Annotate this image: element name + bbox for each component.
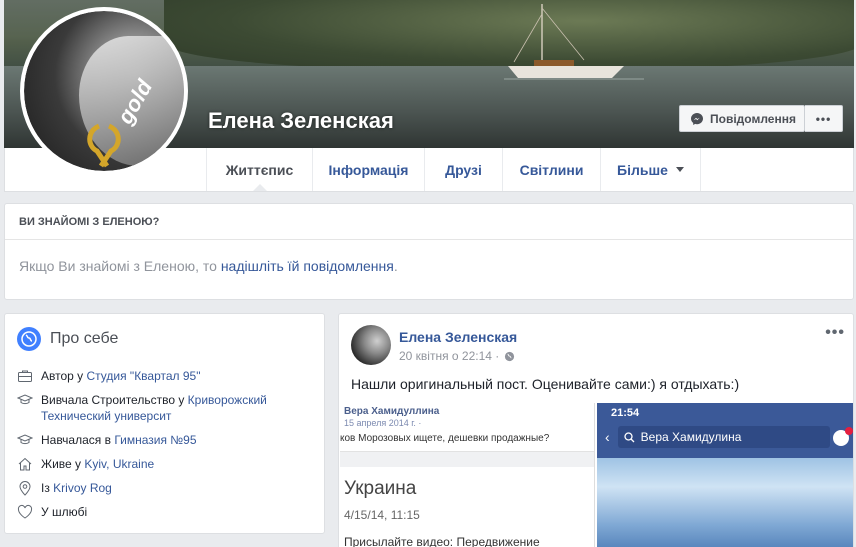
intro-work-prefix: Автор у bbox=[41, 369, 87, 383]
post-image-screenshot-left[interactable]: Вера Хамидуллина 15 апреля 2014 г. · ков… bbox=[340, 403, 595, 547]
tab-timeline[interactable]: Життєпис bbox=[206, 148, 312, 191]
sailboat-image bbox=[504, 4, 644, 80]
intro-item-relationship: У шлюбі bbox=[17, 504, 312, 520]
search-icon bbox=[624, 431, 635, 442]
gold-ribbon-icon bbox=[87, 123, 121, 168]
tab-friends[interactable]: Друзі bbox=[424, 148, 502, 191]
do-you-know-heading: ВИ ЗНАЙОМІ З ЕЛЕНОЮ? bbox=[5, 204, 853, 240]
phone-cover-image bbox=[597, 458, 853, 547]
chevron-down-icon bbox=[675, 167, 684, 172]
heart-icon bbox=[17, 504, 33, 519]
intro-title-label: Про себе bbox=[50, 330, 119, 347]
post-card: Елена Зеленская 20 квітня о 22:14 · ••• … bbox=[338, 313, 854, 547]
intro-card: Про себе Автор у Студия "Квартал 95" Вив… bbox=[4, 313, 325, 534]
post-text: Нашли оригинальный пост. Оценивайте сами… bbox=[351, 376, 740, 392]
message-button[interactable]: Повідомлення bbox=[679, 105, 805, 132]
tab-timeline-label: Життєпис bbox=[225, 161, 294, 178]
intro-school-link[interactable]: Гимназия №95 bbox=[114, 433, 196, 447]
tab-photos-label: Світлини bbox=[519, 161, 584, 178]
globe-icon bbox=[17, 327, 41, 351]
graduation-cap-icon bbox=[17, 394, 33, 405]
intro-list: Автор у Студия "Квартал 95" Вивчала Стро… bbox=[5, 351, 324, 520]
post-options-button[interactable]: ••• bbox=[825, 324, 845, 342]
tab-photos[interactable]: Світлини bbox=[502, 148, 600, 191]
phone-search-text: Вера Хамидулина bbox=[640, 430, 742, 444]
intro-from-link[interactable]: Krivoy Rog bbox=[53, 481, 112, 495]
intro-item-lives: Живе у Kyiv, Ukraine bbox=[17, 456, 312, 472]
intro-lives-link[interactable]: Kyiv, Ukraine bbox=[84, 457, 154, 471]
screenshot-caption: Присылайте видео: Передвижение bbox=[344, 535, 540, 547]
phone-search-row: ‹ Вера Хамидулина bbox=[605, 424, 830, 450]
intro-item-study: Вивчала Строительство у Криворожский Тех… bbox=[17, 392, 312, 424]
phone-time: 21:54 bbox=[611, 407, 640, 419]
phone-status-bar: 21:54 bbox=[597, 403, 853, 423]
post-image-screenshot-right[interactable]: 21:54 ‹ Вера Хамидулина bbox=[597, 403, 853, 547]
intro-study-prefix: Вивчала Строительство у bbox=[41, 393, 188, 407]
screenshot-timestamp: 4/15/14, 11:15 bbox=[344, 508, 420, 522]
back-arrow-icon: ‹ bbox=[605, 429, 610, 445]
do-you-know-period: . bbox=[393, 258, 398, 274]
post-date-text[interactable]: 20 квітня о 22:14 · bbox=[399, 349, 499, 363]
messenger-icon bbox=[691, 112, 703, 125]
intro-title: Про себе bbox=[5, 314, 324, 351]
intro-from-prefix: Із bbox=[41, 481, 54, 495]
tab-friends-label: Друзі bbox=[445, 161, 482, 178]
profile-name[interactable]: Елена Зеленская bbox=[208, 108, 394, 134]
intro-item-school: Навчалася в Гимназия №95 bbox=[17, 432, 312, 448]
graduation-cap-icon bbox=[17, 434, 33, 445]
public-globe-icon bbox=[505, 351, 515, 361]
phone-search-box: Вера Хамидулина bbox=[617, 426, 830, 448]
notification-badge bbox=[845, 427, 853, 435]
intro-work-link[interactable]: Студия "Квартал 95" bbox=[87, 369, 201, 383]
tab-more-label: Більше bbox=[617, 161, 668, 178]
intro-item-from: Із Krivoy Rog bbox=[17, 480, 312, 496]
home-icon bbox=[18, 457, 32, 471]
post-author-name[interactable]: Елена Зеленская bbox=[399, 329, 517, 345]
more-options-button[interactable]: ••• bbox=[805, 105, 843, 132]
do-you-know-body: Якщо Ви знайомі з Еленою, то надішліть ї… bbox=[5, 240, 853, 292]
tab-about[interactable]: Інформація bbox=[312, 148, 424, 191]
screenshot-divider bbox=[340, 451, 594, 467]
location-pin-icon bbox=[19, 481, 31, 496]
message-button-label: Повідомлення bbox=[710, 111, 796, 126]
intro-lives-prefix: Живе у bbox=[41, 457, 85, 471]
post-author-avatar[interactable] bbox=[351, 325, 391, 365]
send-message-link[interactable]: надішліть їй повідомлення bbox=[221, 258, 394, 274]
screenshot-date: 15 апреля 2014 г. · bbox=[344, 418, 422, 428]
tab-about-label: Інформація bbox=[328, 161, 409, 178]
intro-school-prefix: Навчалася в bbox=[41, 433, 115, 447]
profile-avatar[interactable]: gold bbox=[20, 7, 188, 175]
screenshot-author: Вера Хамидуллина bbox=[344, 406, 440, 417]
do-you-know-card: ВИ ЗНАЙОМІ З ЕЛЕНОЮ? Якщо Ви знайомі з Е… bbox=[4, 203, 854, 300]
post-timestamp: 20 квітня о 22:14 · bbox=[399, 349, 515, 363]
tab-more[interactable]: Більше bbox=[600, 148, 701, 191]
intro-relationship-text: У шлюбі bbox=[41, 505, 88, 519]
screenshot-question: ков Морозовых ищете, дешевки продажные? bbox=[340, 433, 550, 444]
screenshot-country: Украина bbox=[344, 478, 417, 499]
briefcase-icon bbox=[18, 370, 32, 382]
intro-item-work: Автор у Студия "Квартал 95" bbox=[17, 368, 312, 384]
do-you-know-text: Якщо Ви знайомі з Еленою, то bbox=[19, 258, 221, 274]
